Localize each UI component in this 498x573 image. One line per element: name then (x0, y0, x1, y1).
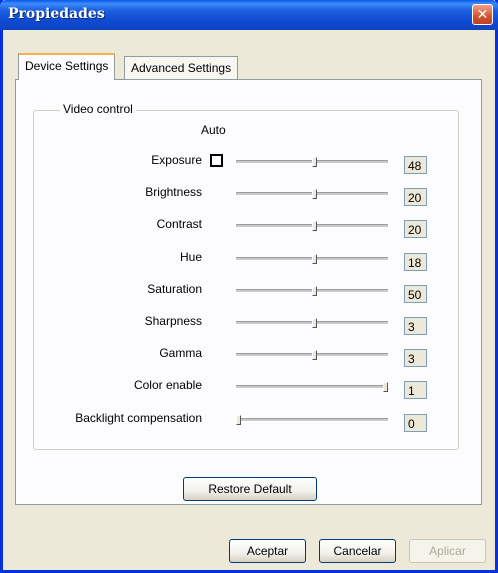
color-enable-slider[interactable] (236, 385, 388, 389)
restore-default-label: Restore Default (208, 482, 292, 496)
saturation-label: Saturation (147, 282, 202, 296)
auto-column-label: Auto (201, 123, 226, 137)
backlight-compensation-value-field[interactable]: 0 (404, 414, 427, 432)
backlight-compensation-slider-thumb[interactable] (236, 415, 241, 425)
cancel-button-label: Cancelar (333, 544, 382, 558)
exposure-slider-thumb[interactable] (312, 157, 317, 167)
contrast-slider-thumb[interactable] (312, 221, 317, 231)
apply-button: Aplicar (409, 539, 486, 563)
exposure-label: Exposure (151, 153, 202, 167)
color-enable-label: Color enable (133, 378, 202, 392)
color-enable-value-field[interactable]: 1 (404, 381, 427, 399)
backlight-compensation-label: Backlight compensation (75, 411, 202, 425)
close-button[interactable]: ✕ (472, 4, 493, 25)
saturation-value-field[interactable]: 50 (404, 285, 427, 303)
tab-device-settings[interactable]: Device Settings (18, 53, 116, 80)
gamma-label: Gamma (159, 346, 202, 360)
backlight-compensation-slider[interactable] (236, 418, 388, 422)
ok-button-label: Aceptar (246, 544, 289, 558)
contrast-label: Contrast (156, 217, 202, 231)
hue-label: Hue (179, 250, 202, 264)
video-control-group-label: Video control (60, 102, 136, 116)
hue-slider-thumb[interactable] (312, 254, 317, 264)
brightness-slider-thumb[interactable] (312, 189, 317, 199)
saturation-slider-thumb[interactable] (312, 286, 317, 296)
restore-default-button[interactable]: Restore Default (183, 477, 317, 501)
cancel-button[interactable]: Cancelar (319, 539, 396, 563)
brightness-value-field[interactable]: 20 (404, 188, 427, 206)
tab-device-settings-label: Device Settings (25, 59, 109, 73)
title-bar[interactable]: Propiedades ✕ (0, 0, 498, 30)
gamma-value-field[interactable]: 3 (404, 349, 427, 367)
exposure-value-field[interactable]: 48 (404, 156, 427, 174)
gamma-slider-thumb[interactable] (312, 350, 317, 360)
close-icon: ✕ (476, 6, 489, 23)
contrast-value-field[interactable]: 20 (404, 220, 427, 238)
tab-advanced-settings-label: Advanced Settings (131, 61, 232, 75)
window-title: Propiedades (8, 6, 105, 22)
apply-button-label: Aplicar (429, 544, 466, 558)
color-enable-slider-thumb[interactable] (383, 382, 388, 392)
sharpness-value-field[interactable]: 3 (404, 317, 427, 335)
ok-button[interactable]: Aceptar (229, 539, 306, 563)
brightness-label: Brightness (145, 185, 202, 199)
sharpness-label: Sharpness (144, 314, 202, 328)
tab-advanced-settings[interactable]: Advanced Settings (124, 56, 239, 79)
hue-value-field[interactable]: 18 (404, 253, 427, 271)
exposure-auto-checkbox[interactable] (210, 154, 223, 167)
sharpness-slider-thumb[interactable] (312, 318, 317, 328)
